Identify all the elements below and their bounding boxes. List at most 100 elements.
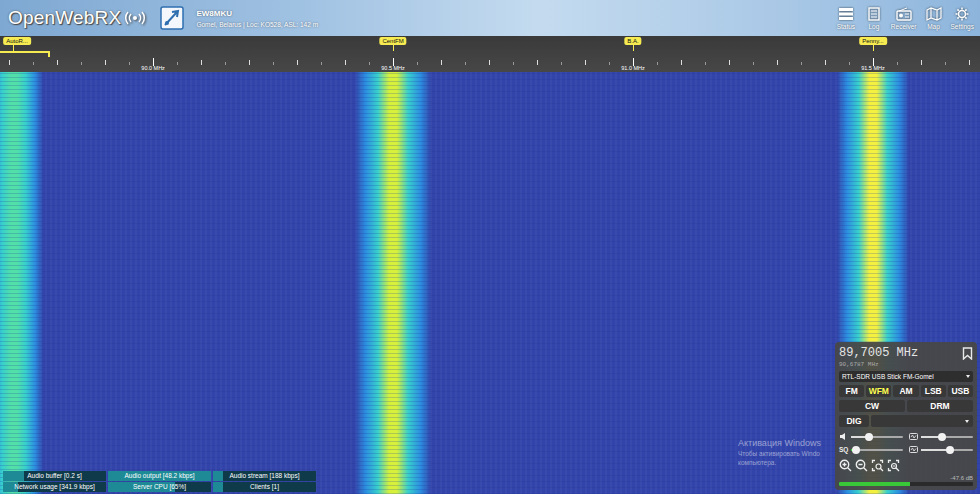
slider[interactable] <box>909 432 973 441</box>
noise-filter-icon[interactable] <box>909 445 918 454</box>
status-meter-fill <box>213 471 223 481</box>
receiver-avatar-icon <box>160 6 184 30</box>
log-icon <box>866 7 882 21</box>
scale-tick <box>273 62 274 65</box>
mode-button[interactable]: WFM <box>866 385 891 397</box>
bookmark-icon[interactable] <box>962 347 973 360</box>
scale-tick <box>561 62 562 65</box>
status-icon <box>838 7 854 21</box>
bookmark-label[interactable]: CentFM <box>379 37 406 45</box>
signal-meter: -47.6 dB <box>839 475 973 486</box>
mode-button[interactable]: AM <box>893 385 918 397</box>
slider-knob[interactable] <box>938 433 946 441</box>
slider-grid: SQ <box>839 432 973 454</box>
scale-tick <box>489 60 490 65</box>
scale-tick <box>777 60 778 65</box>
signal-meter-track <box>839 482 973 486</box>
passband-marker[interactable] <box>0 51 50 57</box>
slider[interactable] <box>909 445 973 454</box>
digital-mode-button[interactable]: DIG <box>839 415 869 427</box>
zoom-out-icon[interactable] <box>855 459 868 472</box>
nav-item[interactable]: Map <box>921 7 947 30</box>
signal-trace <box>355 72 432 494</box>
radio-waves-icon <box>124 10 146 26</box>
scale-tick <box>585 60 586 65</box>
signal-meter-reading: -47.6 dB <box>950 475 973 481</box>
signal-trace <box>0 72 43 494</box>
squelch-label[interactable]: SQ <box>839 446 848 453</box>
scale-label: 90.0 MHz <box>141 65 165 71</box>
bookmark-label[interactable]: B.A. <box>624 37 641 45</box>
digital-mode-select[interactable] <box>871 415 973 427</box>
profile-select[interactable]: RTL-SDR USB Stick FM-Gomel <box>839 371 973 382</box>
status-bar: Audio buffer [0.2 s] Audio output [48.2 k… <box>3 471 316 492</box>
status-meter-label: Clients [1] <box>250 482 279 492</box>
slider-track[interactable] <box>851 449 903 451</box>
nav-bar: StatusLog Receiver MapSettings <box>833 7 976 30</box>
bookmark-pin <box>873 45 874 51</box>
nav-label: Receiver <box>891 23 917 30</box>
scale-tick <box>81 62 82 65</box>
scale-tick <box>345 60 346 65</box>
scale-label: 91.0 MHz <box>621 65 645 71</box>
scale-tick <box>825 60 826 65</box>
waterfall[interactable]: Активация WindowsЧтобы активировать Wind… <box>0 72 980 494</box>
offset-frequency: 90,6787 MHz <box>839 361 973 368</box>
activation-watermark: Активация WindowsЧтобы активировать Wind… <box>738 437 821 467</box>
scale-tick <box>873 58 874 66</box>
bookmark-pin <box>633 45 634 51</box>
slider-knob[interactable] <box>946 446 954 454</box>
speaker-icon[interactable] <box>839 432 848 441</box>
scale-tick <box>921 60 922 65</box>
slider-track[interactable] <box>921 436 973 438</box>
receiver-panel: 89,7005 MHz90,6787 MHz RTL-SDR USB Stick … <box>835 342 977 490</box>
mode-button[interactable]: USB <box>948 385 973 397</box>
status-meter: Audio output [48.2 kbps] <box>108 471 211 481</box>
scale-tick <box>417 62 418 65</box>
slider-track[interactable] <box>921 449 973 451</box>
scale-tick <box>105 60 106 65</box>
slider-track[interactable] <box>851 436 903 438</box>
watermark-line: Чтобы активировать Windo <box>738 449 821 458</box>
slider[interactable] <box>839 432 903 441</box>
logo[interactable]: OpenWebRX <box>8 7 146 29</box>
mode-button[interactable]: FM <box>839 385 864 397</box>
mode-row: FMWFMAMLSBUSB <box>839 385 973 397</box>
nav-item[interactable]: Settings <box>949 7 977 30</box>
status-meter: Server CPU [65%] <box>108 482 211 492</box>
zoom-to-signal-icon[interactable] <box>871 459 884 472</box>
status-meter: Audio buffer [0.2 s] <box>3 471 106 481</box>
status-meter-label: Network usage [341.9 kbps] <box>14 482 95 492</box>
receiver-info: EW8MKU Gomel, Belarus | Loc: KO528, ASL: … <box>196 9 832 28</box>
bookmark-label[interactable]: AutoR... <box>3 37 31 45</box>
mode-button[interactable]: CW <box>839 400 905 412</box>
scale-tick <box>753 62 754 65</box>
zoom-in-icon[interactable] <box>839 459 852 472</box>
noise-filter-icon[interactable] <box>909 432 918 441</box>
slider-knob[interactable] <box>865 433 873 441</box>
receiver-icon <box>896 7 912 21</box>
scale-tick <box>849 62 850 65</box>
callsign: EW8MKU <box>196 9 832 18</box>
scale-tick <box>57 60 58 65</box>
frequency-display[interactable]: 89,7005 MHz <box>839 346 918 360</box>
scale-tick <box>609 62 610 65</box>
mode-button[interactable]: DRM <box>907 400 973 412</box>
bookmark-label[interactable]: Penny... <box>859 37 887 45</box>
location: Gomel, Belarus | Loc: KO528, ASL: 142 m <box>196 21 832 28</box>
profile-select-value: RTL-SDR USB Stick FM-Gomel <box>842 373 934 380</box>
status-meter-label: Audio buffer [0.2 s] <box>27 471 81 481</box>
mode-button[interactable]: LSB <box>921 385 946 397</box>
nav-item[interactable]: Receiver <box>889 7 919 30</box>
nav-item[interactable]: Log <box>861 7 887 30</box>
slider[interactable]: SQ <box>839 445 903 454</box>
zoom-reset-icon[interactable] <box>887 459 900 472</box>
frequency-scale[interactable]: AutoR...CentFMB.A.Penny...90.0 MHz90.5 M… <box>0 36 980 72</box>
top-bar: OpenWebRX EW8MKU Gomel, Belarus | Loc: KO5… <box>0 0 980 36</box>
nav-item[interactable]: Status <box>833 7 859 30</box>
logo-text: OpenWebRX <box>8 7 121 29</box>
slider-knob[interactable] <box>852 446 860 454</box>
dropdown-caret-icon <box>965 420 969 423</box>
openwebrx-page: OpenWebRX EW8MKU Gomel, Belarus | Loc: KO5… <box>0 0 980 494</box>
status-meter: Audio stream [188 kbps] <box>213 471 316 481</box>
